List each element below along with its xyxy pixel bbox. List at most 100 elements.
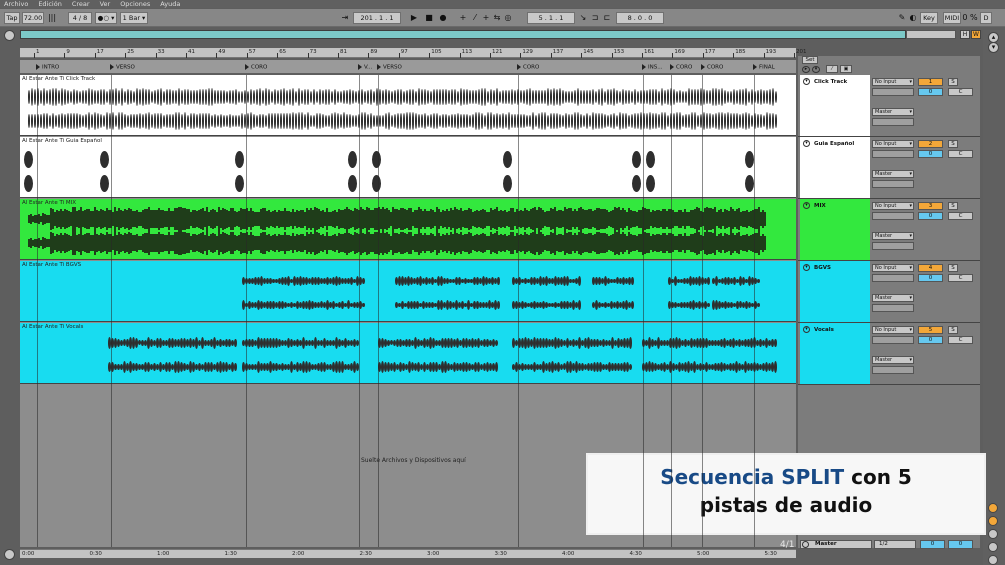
- output-channel-dropdown[interactable]: [872, 304, 914, 312]
- track-header[interactable]: ▾ Click Track: [800, 75, 870, 136]
- locator-marker[interactable]: VERSO: [110, 64, 135, 71]
- output-channel-dropdown[interactable]: [872, 366, 914, 374]
- master-send[interactable]: 0: [920, 540, 945, 549]
- bar-ruler[interactable]: 1 9 17 25 33 41 49 57 65 73 81 89 97 105 113 121 129 137 1…: [20, 48, 807, 58]
- menu-opciones[interactable]: Opciones: [120, 0, 150, 8]
- fold-icon[interactable]: ▾: [803, 202, 810, 209]
- input-channel-dropdown[interactable]: [872, 336, 914, 344]
- menu-ver[interactable]: Ver: [100, 0, 111, 8]
- automation-icon[interactable]: ⁄: [826, 65, 838, 73]
- track-activator[interactable]: 4: [918, 264, 943, 272]
- returns-toggle-icon[interactable]: [988, 529, 998, 539]
- locator-marker[interactable]: CORO: [517, 64, 539, 71]
- midi-map-button[interactable]: MIDI: [943, 12, 961, 24]
- time-signature-field[interactable]: 4 / 8: [68, 12, 92, 24]
- output-channel-dropdown[interactable]: [872, 118, 914, 126]
- locator-marker[interactable]: V...: [358, 64, 372, 71]
- play-icon[interactable]: ▶: [408, 12, 420, 24]
- track-lane-click[interactable]: Al Estar Ante Ti Click Track: [20, 75, 796, 136]
- down-arrow-icon[interactable]: ▾: [988, 42, 999, 53]
- input-channel-dropdown[interactable]: [872, 212, 914, 220]
- left-circle-icon[interactable]: [4, 30, 15, 41]
- stop-icon[interactable]: ■: [423, 12, 435, 24]
- solo-button[interactable]: S: [948, 140, 958, 148]
- solo-button[interactable]: S: [948, 78, 958, 86]
- h-button[interactable]: H: [960, 30, 970, 39]
- master-track-name[interactable]: Master: [800, 540, 872, 549]
- pan-control[interactable]: C: [948, 336, 973, 344]
- arrangement-overview[interactable]: [20, 30, 906, 39]
- track-volume[interactable]: 0: [918, 336, 943, 344]
- locator-marker[interactable]: INTRO: [36, 64, 59, 71]
- solo-button[interactable]: S: [948, 202, 958, 210]
- solo-button[interactable]: S: [948, 326, 958, 334]
- output-type-dropdown[interactable]: Master: [872, 232, 914, 240]
- metronome-button[interactable]: ●○ ▾: [95, 12, 117, 24]
- input-channel-dropdown[interactable]: [872, 150, 914, 158]
- locator-marker[interactable]: CORO: [701, 64, 723, 71]
- track-activator[interactable]: 1: [918, 78, 943, 86]
- locator-marker[interactable]: CORO: [245, 64, 267, 71]
- add-icon[interactable]: +: [481, 12, 491, 24]
- input-channel-dropdown[interactable]: [872, 88, 914, 96]
- output-channel-dropdown[interactable]: [872, 180, 914, 188]
- fold-icon[interactable]: ▾: [803, 264, 810, 271]
- solo-button[interactable]: S: [948, 264, 958, 272]
- automation-arm-icon[interactable]: ⁄: [470, 12, 480, 24]
- locator-marker[interactable]: FINAL: [753, 64, 775, 71]
- io-toggle-icon[interactable]: [988, 503, 998, 513]
- quantize-dropdown[interactable]: 1 Bar ▾: [120, 12, 148, 24]
- track-header[interactable]: ▾ BGVS: [800, 261, 870, 322]
- track-volume[interactable]: 0: [918, 212, 943, 220]
- track-activator[interactable]: 3: [918, 202, 943, 210]
- w-button[interactable]: W: [971, 30, 981, 39]
- song-position-field[interactable]: 201 . 1 . 1: [353, 12, 401, 24]
- set-button[interactable]: Set: [802, 56, 818, 64]
- track-volume[interactable]: 0: [918, 150, 943, 158]
- session-record-icon[interactable]: ◎: [503, 12, 513, 24]
- fold-icon[interactable]: ▾: [803, 326, 810, 333]
- input-channel-dropdown[interactable]: [872, 274, 914, 282]
- key-map-icon[interactable]: ◐: [908, 12, 918, 24]
- track-lane-vocals[interactable]: Al Estar Ante Ti Vocals: [20, 323, 796, 384]
- track-volume[interactable]: 0: [918, 274, 943, 282]
- menu-archivo[interactable]: Archivo: [4, 0, 28, 8]
- track-volume[interactable]: 0: [918, 88, 943, 96]
- master-fold-icon[interactable]: [802, 541, 809, 548]
- sends-toggle-icon[interactable]: [988, 516, 998, 526]
- track-lane-bgvs[interactable]: Al Estar Ante Ti BGVS: [20, 261, 796, 322]
- menu-crear[interactable]: Crear: [72, 0, 90, 8]
- locator-marker[interactable]: CORO: [670, 64, 692, 71]
- lock-icon[interactable]: ▣: [840, 65, 852, 73]
- capture-icon[interactable]: ⇆: [492, 12, 502, 24]
- fold-icon[interactable]: ▾: [803, 78, 810, 85]
- track-header[interactable]: ▾ Vocals: [800, 323, 870, 384]
- time-ruler[interactable]: 0:00 0:30 1:00 1:30 2:00 2:30 3:00 3:30 4:00 4:30…: [20, 549, 796, 558]
- tempo-nudge-icon[interactable]: |||: [47, 12, 57, 24]
- input-type-dropdown[interactable]: No Input: [872, 326, 914, 334]
- pan-control[interactable]: C: [948, 274, 973, 282]
- loop-start-field[interactable]: 5 . 1 . 1: [527, 12, 575, 24]
- locator-marker[interactable]: VERSO: [377, 64, 402, 71]
- menu-ayuda[interactable]: Ayuda: [160, 0, 180, 8]
- track-lane-guia[interactable]: Al Estar Ante Ti Guia Español: [20, 137, 796, 198]
- master-volume[interactable]: 0: [948, 540, 973, 549]
- input-type-dropdown[interactable]: No Input: [872, 78, 914, 86]
- track-header[interactable]: ▾ MIX: [800, 199, 870, 260]
- mixer-toggle-icon[interactable]: [988, 542, 998, 552]
- crossfader-toggle-icon[interactable]: [988, 555, 998, 565]
- output-type-dropdown[interactable]: Master: [872, 170, 914, 178]
- loop-length-field[interactable]: 8 . 0 . 0: [616, 12, 664, 24]
- output-channel-dropdown[interactable]: [872, 242, 914, 250]
- draw-mode-icon[interactable]: ↘: [578, 12, 588, 24]
- overdub-icon[interactable]: +: [458, 12, 468, 24]
- unfold-all-icon[interactable]: ▾: [812, 66, 820, 73]
- locator-marker[interactable]: INS...: [642, 64, 662, 71]
- pan-control[interactable]: C: [948, 88, 973, 96]
- overview-scroll-area[interactable]: [906, 30, 956, 39]
- punch-icon[interactable]: ⊏: [602, 12, 612, 24]
- input-type-dropdown[interactable]: No Input: [872, 140, 914, 148]
- tap-button[interactable]: Tap: [4, 12, 20, 24]
- track-activator[interactable]: 5: [918, 326, 943, 334]
- input-type-dropdown[interactable]: No Input: [872, 264, 914, 272]
